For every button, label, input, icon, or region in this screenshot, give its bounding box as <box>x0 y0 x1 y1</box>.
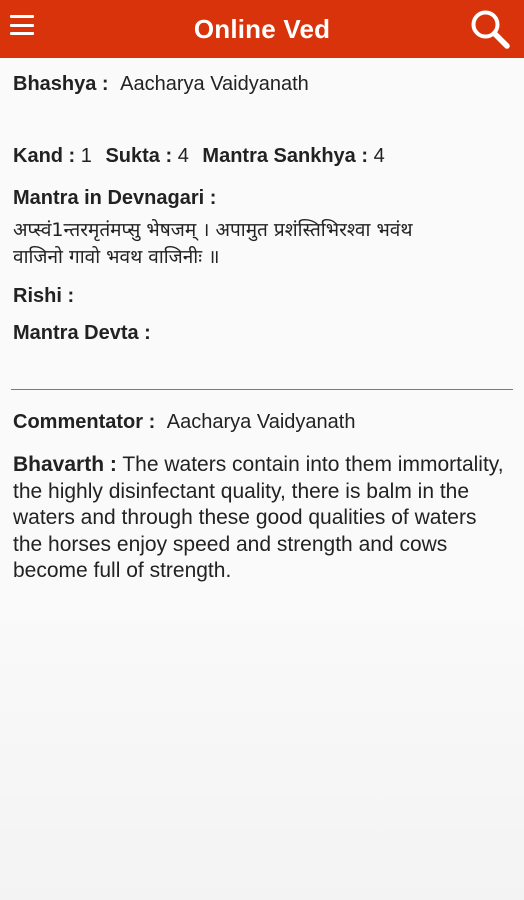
bhashya-value: Aacharya Vaidyanath <box>120 73 309 95</box>
background-shade <box>0 600 524 900</box>
hamburger-menu-icon[interactable] <box>10 13 34 37</box>
devnagari-label-text: Mantra in Devnagari : <box>13 187 217 209</box>
mantra-detail: Bhashya : Aacharya Vaidyanath Kand : 1 S… <box>0 58 524 585</box>
bhavarth-paragraph: Bhavarth : The waters contain into them … <box>13 452 511 585</box>
devnagari-label: Mantra in Devnagari : <box>13 185 511 211</box>
bhashya-label: Bhashya : <box>13 73 109 95</box>
kand-value: 1 <box>80 145 92 167</box>
search-icon[interactable] <box>468 7 512 51</box>
bhavarth-label: Bhavarth : <box>13 453 117 476</box>
rishi-label: Rishi : <box>13 285 75 307</box>
mantra-sankhya-value: 4 <box>373 145 385 167</box>
app-bar: Online Ved <box>0 0 524 58</box>
devta-label: Mantra Devta : <box>13 322 151 344</box>
location-row: Kand : 1 Sukta : 4 Mantra Sankhya : 4 <box>13 143 511 169</box>
sukta-value: 4 <box>177 145 189 167</box>
devnagari-line-1: अप्स्वं1न्तरमृतंमप्सु भेषजम् । अपामुत प्… <box>13 219 413 241</box>
devnagari-line-2: वाजिनो गावो भवथ वाजिनीः ॥ <box>13 246 220 268</box>
commentator-value: Aacharya Vaidyanath <box>166 411 356 433</box>
commentator-row: Commentator : Aacharya Vaidyanath <box>13 409 511 435</box>
app-title: Online Ved <box>193 13 331 44</box>
sukta-label: Sukta : <box>105 145 173 167</box>
mantra-sankhya-label: Mantra Sankhya : <box>202 145 369 167</box>
devnagari-mantra: अप्स्वं1न्तरमृतंमप्सु भेषजम् । अपामुत प्… <box>13 217 511 271</box>
kand-label: Kand : <box>13 145 76 167</box>
rishi-row: Rishi : <box>13 283 511 309</box>
commentator-label: Commentator : <box>13 411 156 433</box>
divider <box>11 389 513 390</box>
devta-row: Mantra Devta : <box>13 320 511 346</box>
bhashya-row: Bhashya : Aacharya Vaidyanath <box>13 71 511 97</box>
